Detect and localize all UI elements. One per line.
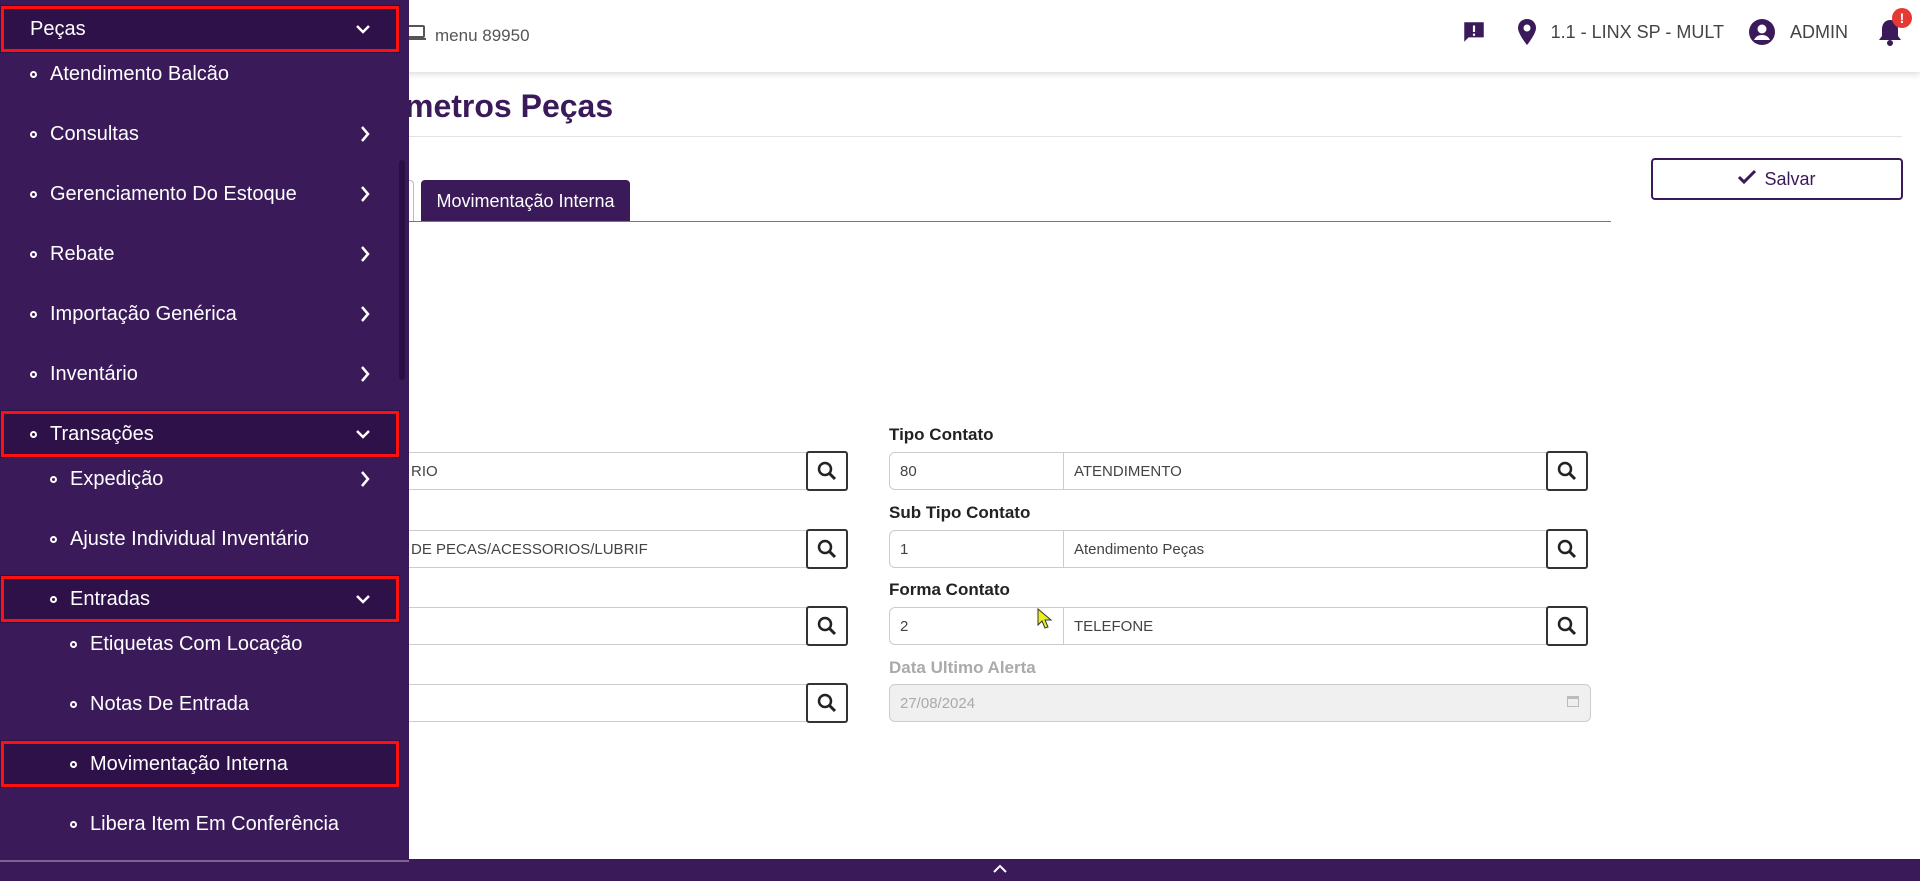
search-icon xyxy=(817,693,837,713)
search-icon xyxy=(1557,461,1577,481)
forma-contato-label: Forma Contato xyxy=(889,580,1010,599)
location-pin-icon xyxy=(1517,19,1537,45)
search-icon xyxy=(1557,616,1577,636)
search-icon xyxy=(1557,539,1577,559)
sidebar-item-inventario[interactable]: Inventário xyxy=(0,350,400,398)
search-button-left-3[interactable] xyxy=(806,606,848,646)
forma-contato-desc: TELEFONE xyxy=(1063,607,1547,645)
save-button[interactable]: Salvar xyxy=(1651,158,1903,200)
sub-tipo-contato-code[interactable]: 1 xyxy=(889,530,1064,568)
search-icon xyxy=(817,461,837,481)
mouse-cursor-icon xyxy=(1037,607,1053,635)
chevron-right-icon xyxy=(360,366,370,382)
sidebar-item-movimentacao-interna[interactable]: Movimentação Interna xyxy=(0,740,400,788)
search-icon xyxy=(817,616,837,636)
sidebar-item-ajuste-individual-inventario[interactable]: Ajuste Individual Inventário xyxy=(0,515,400,563)
user-name[interactable]: ADMIN xyxy=(1790,22,1848,43)
sidebar-item-expedicao[interactable]: Expedição xyxy=(0,455,400,503)
sub-tipo-contato-desc: Atendimento Peças xyxy=(1063,530,1547,568)
bullet-icon xyxy=(30,310,37,318)
bullet-icon xyxy=(30,190,37,198)
tipo-contato-desc: ATENDIMENTO xyxy=(1063,452,1547,490)
bullet-icon xyxy=(30,430,37,438)
chevron-right-icon xyxy=(360,306,370,322)
bell-icon[interactable]: ! xyxy=(1878,8,1912,46)
chevron-right-icon xyxy=(360,186,370,202)
calendar-icon xyxy=(1566,694,1580,712)
bullet-icon xyxy=(70,640,77,648)
notification-badge: ! xyxy=(1892,8,1912,28)
tipo-contato-search-button[interactable] xyxy=(1546,451,1588,491)
chevron-down-icon xyxy=(356,24,370,34)
tipo-contato-label: Tipo Contato xyxy=(889,425,994,444)
bullet-icon xyxy=(50,595,57,603)
save-label: Salvar xyxy=(1764,168,1816,189)
search-button-left-1[interactable] xyxy=(806,451,848,491)
sidebar-item-importacao-generica[interactable]: Importação Genérica xyxy=(0,290,400,338)
title-divider xyxy=(405,136,1902,137)
sidebar-item-atendimento-balcao[interactable]: Atendimento Balcão xyxy=(0,50,400,98)
data-ultimo-alerta-field: 27/08/2024 xyxy=(889,684,1591,722)
user-avatar-icon xyxy=(1748,18,1776,46)
chevron-right-icon xyxy=(360,126,370,142)
sub-tipo-contato-label: Sub Tipo Contato xyxy=(889,503,1031,522)
forma-contato-search-button[interactable] xyxy=(1546,606,1588,646)
search-button-left-4[interactable] xyxy=(806,683,848,723)
tipo-contato-code[interactable]: 80 xyxy=(889,452,1064,490)
bullet-icon xyxy=(30,370,37,378)
search-icon xyxy=(817,539,837,559)
check-icon xyxy=(1738,169,1757,190)
bullet-icon xyxy=(70,700,77,708)
data-ultimo-alerta-value: 27/08/2024 xyxy=(900,694,976,712)
chevron-right-icon xyxy=(360,471,370,487)
bullet-icon xyxy=(50,535,57,543)
location-label[interactable]: 1.1 - LINX SP - MULT xyxy=(1551,22,1724,43)
bullet-icon xyxy=(70,820,77,828)
bullet-icon xyxy=(30,130,37,138)
sidebar-item-etiquetas-com-locacao[interactable]: Etiquetas Com Locação xyxy=(0,620,400,668)
sidebar-menu: Peças Atendimento Balcão Consultas Geren… xyxy=(0,0,409,881)
sidebar-bottom-edge xyxy=(0,860,409,862)
sidebar-item-rebate[interactable]: Rebate xyxy=(0,230,400,278)
sidebar-item-gerenciamento-estoque[interactable]: Gerenciamento Do Estoque xyxy=(0,170,400,218)
bullet-icon xyxy=(70,760,77,768)
sidebar-item-libera-item-em-conferencia[interactable]: Libera Item Em Conferência xyxy=(0,800,400,848)
bullet-icon xyxy=(30,70,37,78)
tab-divider xyxy=(405,221,1611,222)
chevron-down-icon xyxy=(356,594,370,604)
chevron-down-icon xyxy=(356,429,370,439)
bullet-icon xyxy=(30,250,37,258)
chevron-up-icon[interactable] xyxy=(993,861,1007,879)
sub-tipo-contato-search-button[interactable] xyxy=(1546,529,1588,569)
menu-indicator: menu 89950 xyxy=(405,24,530,47)
sidebar-item-transacoes[interactable]: Transações xyxy=(0,410,400,458)
tab-movimentacao-interna[interactable]: Movimentação Interna xyxy=(421,180,630,222)
left-field-1[interactable]: RIO xyxy=(395,452,807,490)
left-field-4[interactable] xyxy=(395,684,807,722)
chevron-right-icon xyxy=(360,246,370,262)
search-button-left-2[interactable] xyxy=(806,529,848,569)
sidebar-item-consultas[interactable]: Consultas xyxy=(0,110,400,158)
left-field-2[interactable]: DE PECAS/ACESSORIOS/LUBRIF xyxy=(395,530,807,568)
feedback-icon[interactable] xyxy=(1461,19,1487,45)
sidebar-item-notas-de-entrada[interactable]: Notas De Entrada xyxy=(0,680,400,728)
menu-code: menu 89950 xyxy=(435,25,530,45)
sidebar-item-entradas[interactable]: Entradas xyxy=(0,575,400,623)
sidebar-item-pecas[interactable]: Peças xyxy=(0,5,400,53)
left-field-3[interactable] xyxy=(395,607,807,645)
bullet-icon xyxy=(50,475,57,483)
page-title: metros Peças xyxy=(405,88,614,124)
data-ultimo-alerta-label: Data Ultimo Alerta xyxy=(889,658,1036,677)
